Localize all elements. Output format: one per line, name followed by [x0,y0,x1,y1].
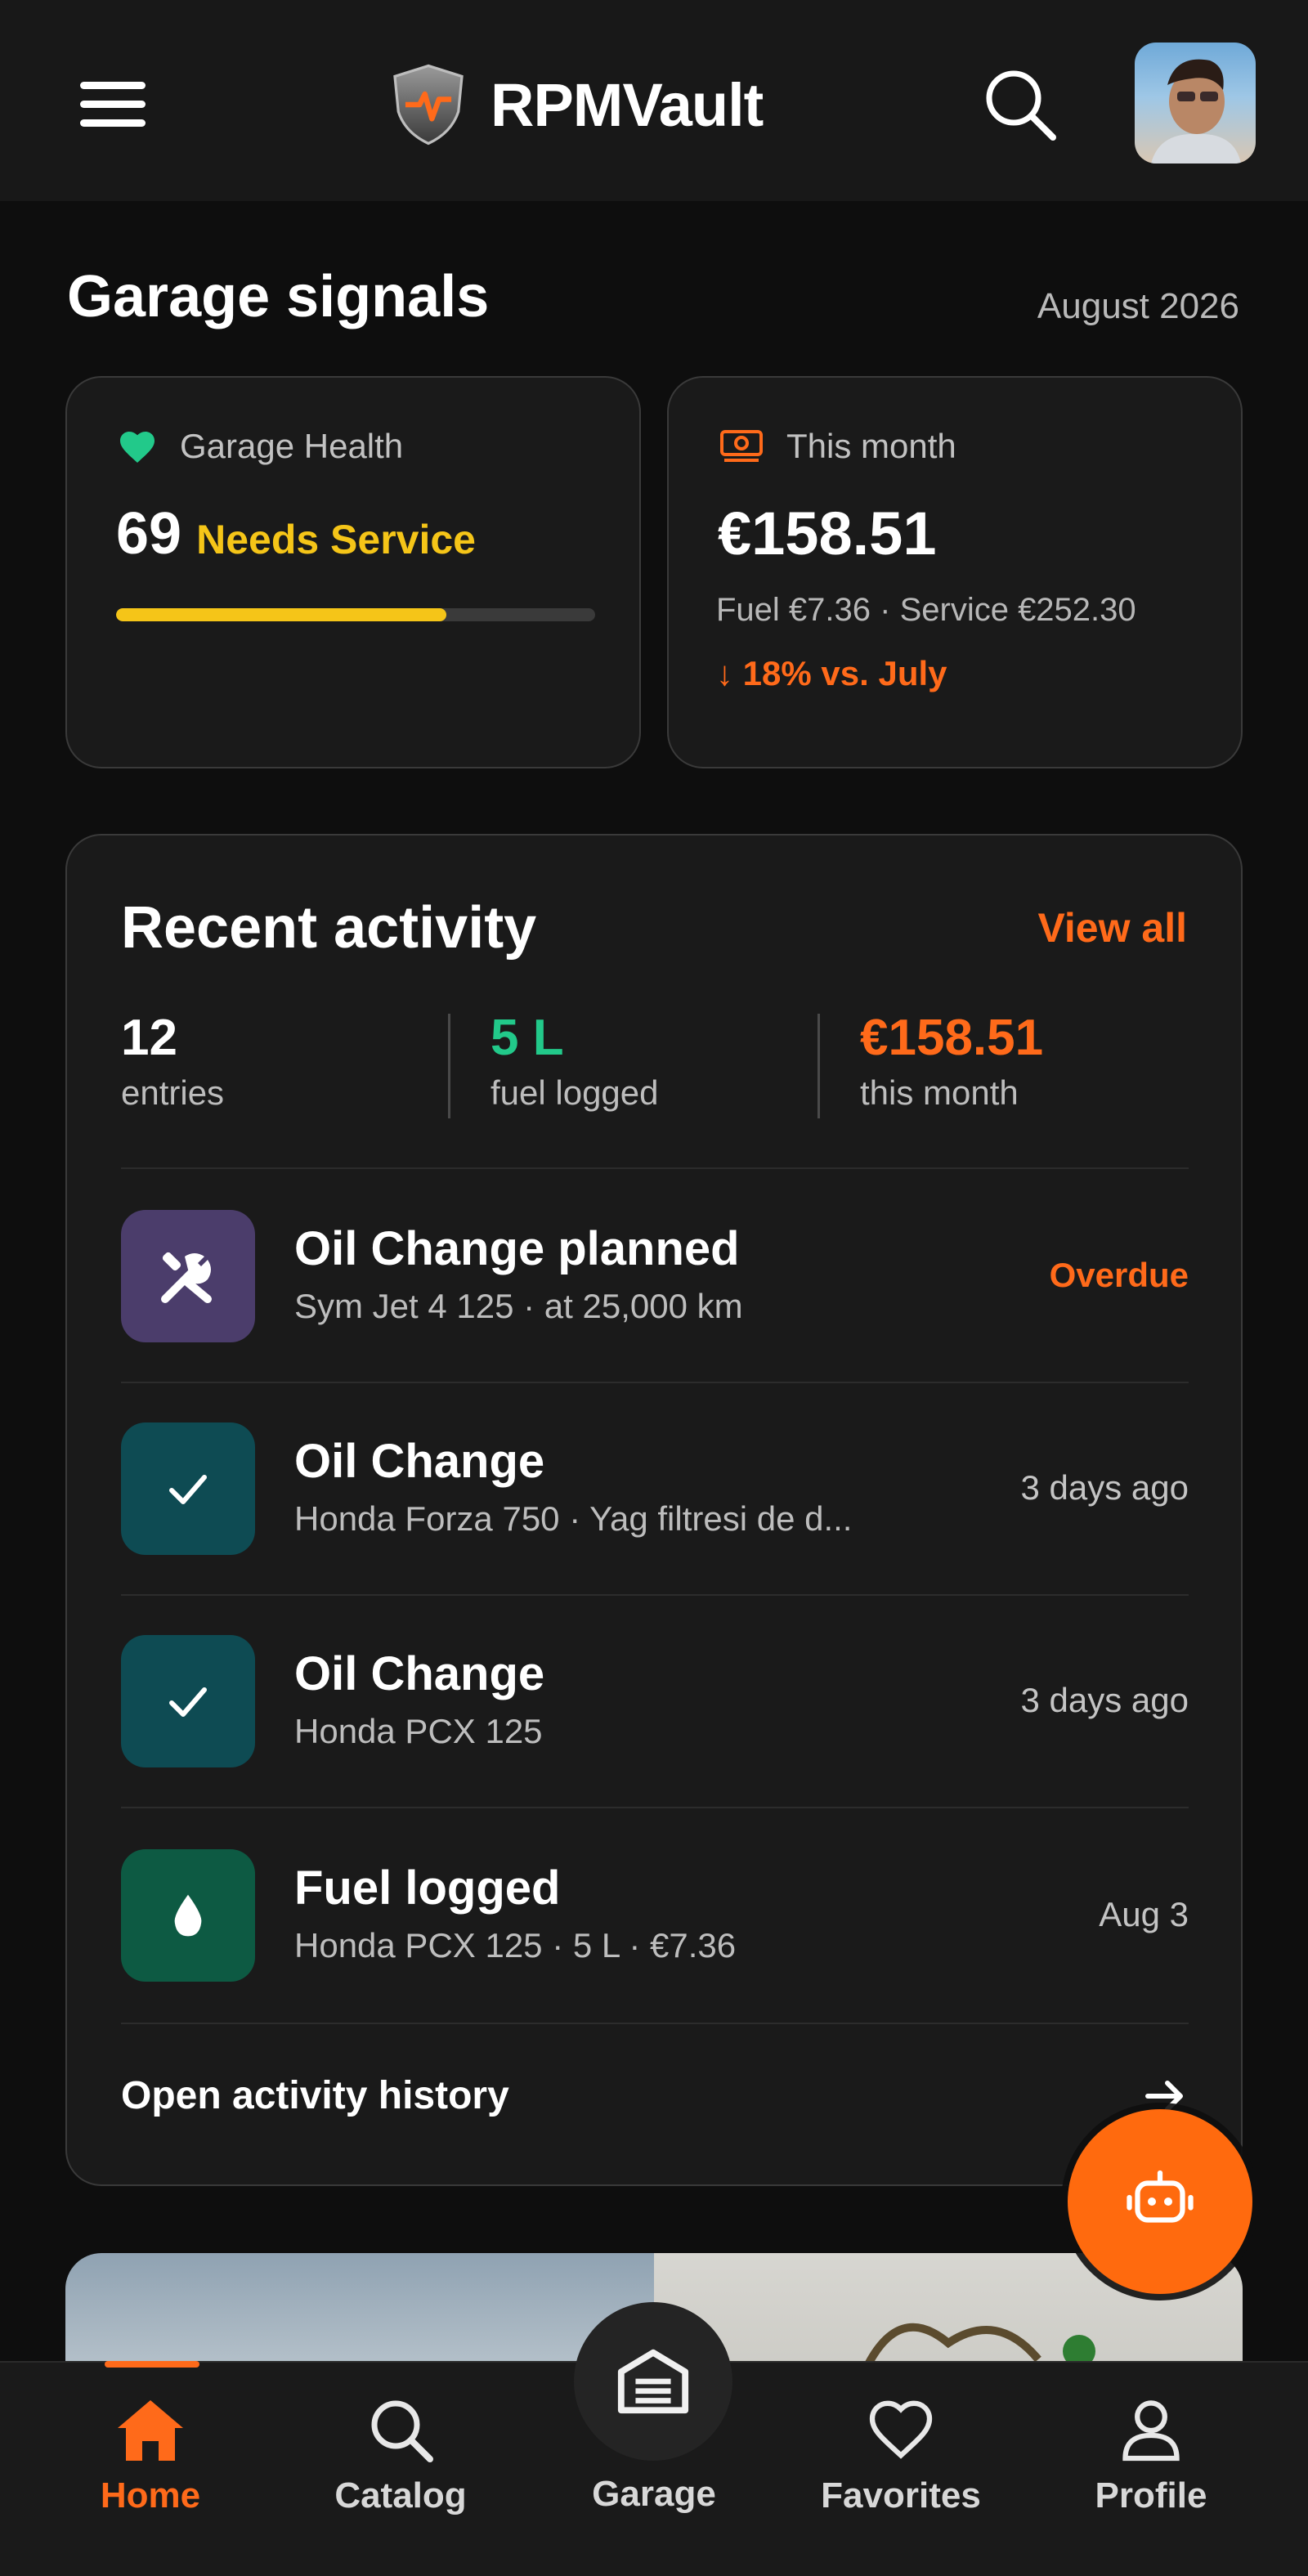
month-breakdown: Fuel €7.36 · Service €252.30 [716,592,1136,628]
card-header: Garage Health [118,427,403,466]
search-icon [371,2400,433,2462]
stat-value: 12 [121,1010,177,1066]
view-all-link[interactable]: View all [1037,904,1187,952]
health-status: Needs Service [196,517,476,562]
nav-label: Favorites [821,2475,981,2516]
home-icon [118,2400,183,2461]
nav-favorites[interactable]: Favorites [795,2395,1007,2516]
check-icon [121,1635,255,1767]
activity-subtitle: Honda Forza 750 · Yag filtresi de d... [294,1499,853,1538]
nav-active-indicator [105,2361,199,2368]
nav-label: Catalog [334,2475,467,2516]
activity-title: Recent activity [121,895,537,961]
activity-time: Aug 3 [1099,1895,1189,1933]
divider [121,1594,1189,1596]
nav-home[interactable]: Home [44,2395,257,2516]
nav-garage[interactable] [574,2302,732,2461]
heart-outline-icon [869,2400,933,2459]
stat-divider [818,1014,820,1118]
user-icon [1122,2400,1180,2462]
shield-logo-icon [393,64,464,146]
stat-fuel: 5 L fuel logged [490,1009,659,1113]
hamburger-menu-icon[interactable] [80,82,147,128]
status-badge: Overdue [1049,1256,1189,1294]
health-progress-fill [116,608,447,621]
health-score: 69 [116,501,182,567]
stat-label: entries [121,1073,225,1112]
period-label: August 2026 [1037,286,1239,326]
arrow-right-icon[interactable] [1144,2080,1187,2112]
money-icon [720,430,763,462]
health-progress-bar [116,608,595,621]
section-title: Garage signals [67,264,490,329]
divider [121,1167,1189,1169]
app-header: RPMVault [0,0,1308,201]
search-icon[interactable] [981,65,1059,144]
activity-item[interactable]: Oil Change planned Sym Jet 4 125 · at 25… [121,1210,1189,1342]
stat-value: 5 L [490,1010,564,1066]
nav-label: Garage [592,2474,716,2514]
tools-icon [121,1210,255,1342]
stat-divider [448,1014,450,1118]
month-change: ↓ 18% vs. July [716,654,947,692]
fuel-drop-icon [121,1849,255,1982]
activity-title: Fuel logged [294,1861,561,1915]
activity-time: 3 days ago [1020,1468,1189,1507]
activity-item[interactable]: Oil Change Honda Forza 750 · Yag filtres… [121,1422,1189,1555]
month-amount: €158.51 [718,500,937,567]
stat-value: €158.51 [860,1010,1044,1066]
recent-activity-card: Recent activity View all 12 entries 5 L … [65,834,1243,2186]
check-icon [121,1422,255,1555]
month-label: This month [786,427,956,465]
card-header: This month [719,427,956,466]
divider [121,2023,1189,2024]
nav-profile[interactable]: Profile [1045,2395,1257,2516]
user-avatar[interactable] [1135,43,1256,164]
activity-subtitle: Honda PCX 125 [294,1712,543,1750]
activity-title: Oil Change [294,1435,545,1488]
activity-subtitle: Sym Jet 4 125 · at 25,000 km [294,1287,743,1325]
divider [121,1807,1189,1808]
nav-label: Profile [1095,2475,1207,2516]
activity-item[interactable]: Fuel logged Honda PCX 125 · 5 L · €7.36 … [121,1849,1189,1982]
activity-item[interactable]: Oil Change Honda PCX 125 3 days ago [121,1635,1189,1767]
nav-catalog[interactable]: Catalog [294,2395,507,2516]
stat-month: €158.51 this month [860,1009,1043,1113]
robot-icon [1127,2170,1194,2223]
app-name: RPMVault [490,70,764,139]
activity-subtitle: Honda PCX 125 · 5 L · €7.36 [294,1926,737,1964]
assistant-fab[interactable] [1068,2109,1252,2294]
activity-time: 3 days ago [1020,1681,1189,1719]
nav-label: Home [100,2475,201,2516]
stat-entries: 12 entries [121,1009,224,1113]
stat-label: fuel logged [490,1073,659,1112]
activity-title: Oil Change [294,1647,545,1700]
activity-title: Oil Change planned [294,1222,740,1275]
health-label: Garage Health [180,427,404,465]
monthly-spend-card[interactable]: This month €158.51 Fuel €7.36 · Service … [667,376,1243,768]
activity-history-link[interactable]: Open activity history [121,2073,509,2118]
brand[interactable]: RPMVault [384,59,764,150]
divider [121,1382,1189,1383]
garage-icon [617,2349,689,2414]
heart-icon [120,432,155,463]
stat-label: this month [860,1073,1019,1112]
garage-health-card[interactable]: Garage Health 69 Needs Service [65,376,641,768]
